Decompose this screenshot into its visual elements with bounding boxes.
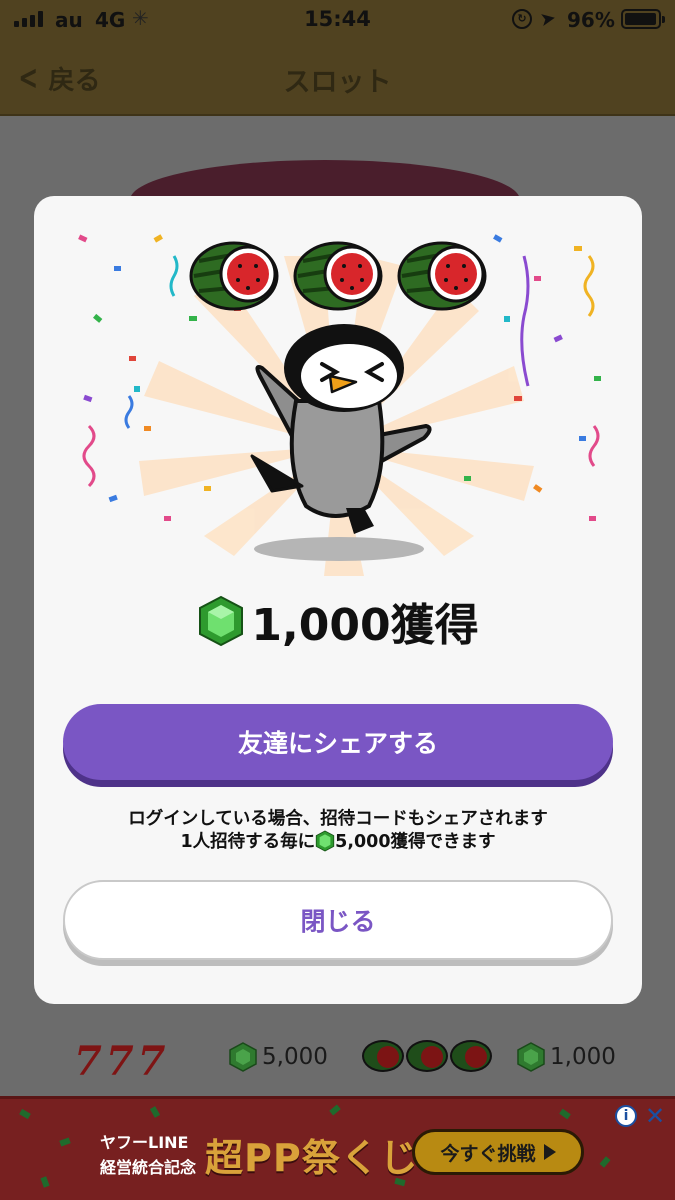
ad-banner[interactable]: ヤフーLINE 経営統合記念 超PP祭くじ 今すぐ挑戦 i ✕: [0, 1096, 675, 1200]
orientation-lock-icon: ↻: [512, 9, 532, 29]
payout-value: 1,000: [550, 1044, 616, 1070]
close-button[interactable]: 閉じる: [63, 880, 613, 960]
gem-icon: [517, 1042, 545, 1072]
watermelon-symbols-icon: [362, 1040, 492, 1072]
payout-value: 5,000: [262, 1044, 328, 1070]
share-note-line2: 1人招待する毎に 5,000獲得できます: [34, 828, 642, 853]
battery-icon: [621, 9, 665, 29]
green-gem-icon: [199, 595, 244, 647]
ad-subtitle-line: 経営統合記念: [100, 1158, 197, 1177]
jackpot-illustration: [78, 234, 601, 576]
ad-brand-line: ヤフーLINE: [100, 1133, 189, 1152]
watermelon-icon: [397, 241, 487, 311]
prize-amount: 1,000獲得: [251, 600, 479, 651]
share-with-friends-button[interactable]: 友達にシェアする: [63, 704, 613, 780]
play-arrow-icon: [543, 1144, 556, 1160]
result-modal: 1,000獲得 友達にシェアする ログインしている場合、招待コードもシェアされま…: [34, 196, 642, 1004]
payout-table: 777 5,000 1,000: [0, 1030, 675, 1100]
watermelon-icon: [189, 241, 279, 311]
ad-cta-label: 今すぐ挑戦: [440, 1142, 536, 1165]
watermelon-icon: [293, 241, 383, 311]
share-note-line1: ログインしている場合、招待コードもシェアされます: [128, 809, 548, 829]
ad-info-icon[interactable]: i: [615, 1105, 637, 1127]
green-gem-icon: [315, 830, 335, 851]
share-note-prefix: 1人招待する毎に: [180, 832, 316, 852]
navigation-bar: < 戻る スロット: [0, 40, 675, 116]
share-note-suffix: 5,000獲得できます: [335, 832, 496, 852]
ad-close-icon[interactable]: ✕: [645, 1102, 665, 1130]
battery-percentage: 96%: [567, 8, 615, 32]
page-title: スロット: [283, 67, 392, 98]
prize-row: 1,000獲得: [34, 589, 642, 653]
ad-cta-button[interactable]: 今すぐ挑戦: [412, 1129, 584, 1175]
gem-icon: [229, 1042, 257, 1072]
ad-headline: 超PP祭くじ: [205, 1136, 419, 1180]
seven-symbol-icon: 777: [74, 1038, 170, 1085]
status-bar: au 4G ✳ 15:44 ↻ ➤ 96%: [0, 0, 675, 40]
